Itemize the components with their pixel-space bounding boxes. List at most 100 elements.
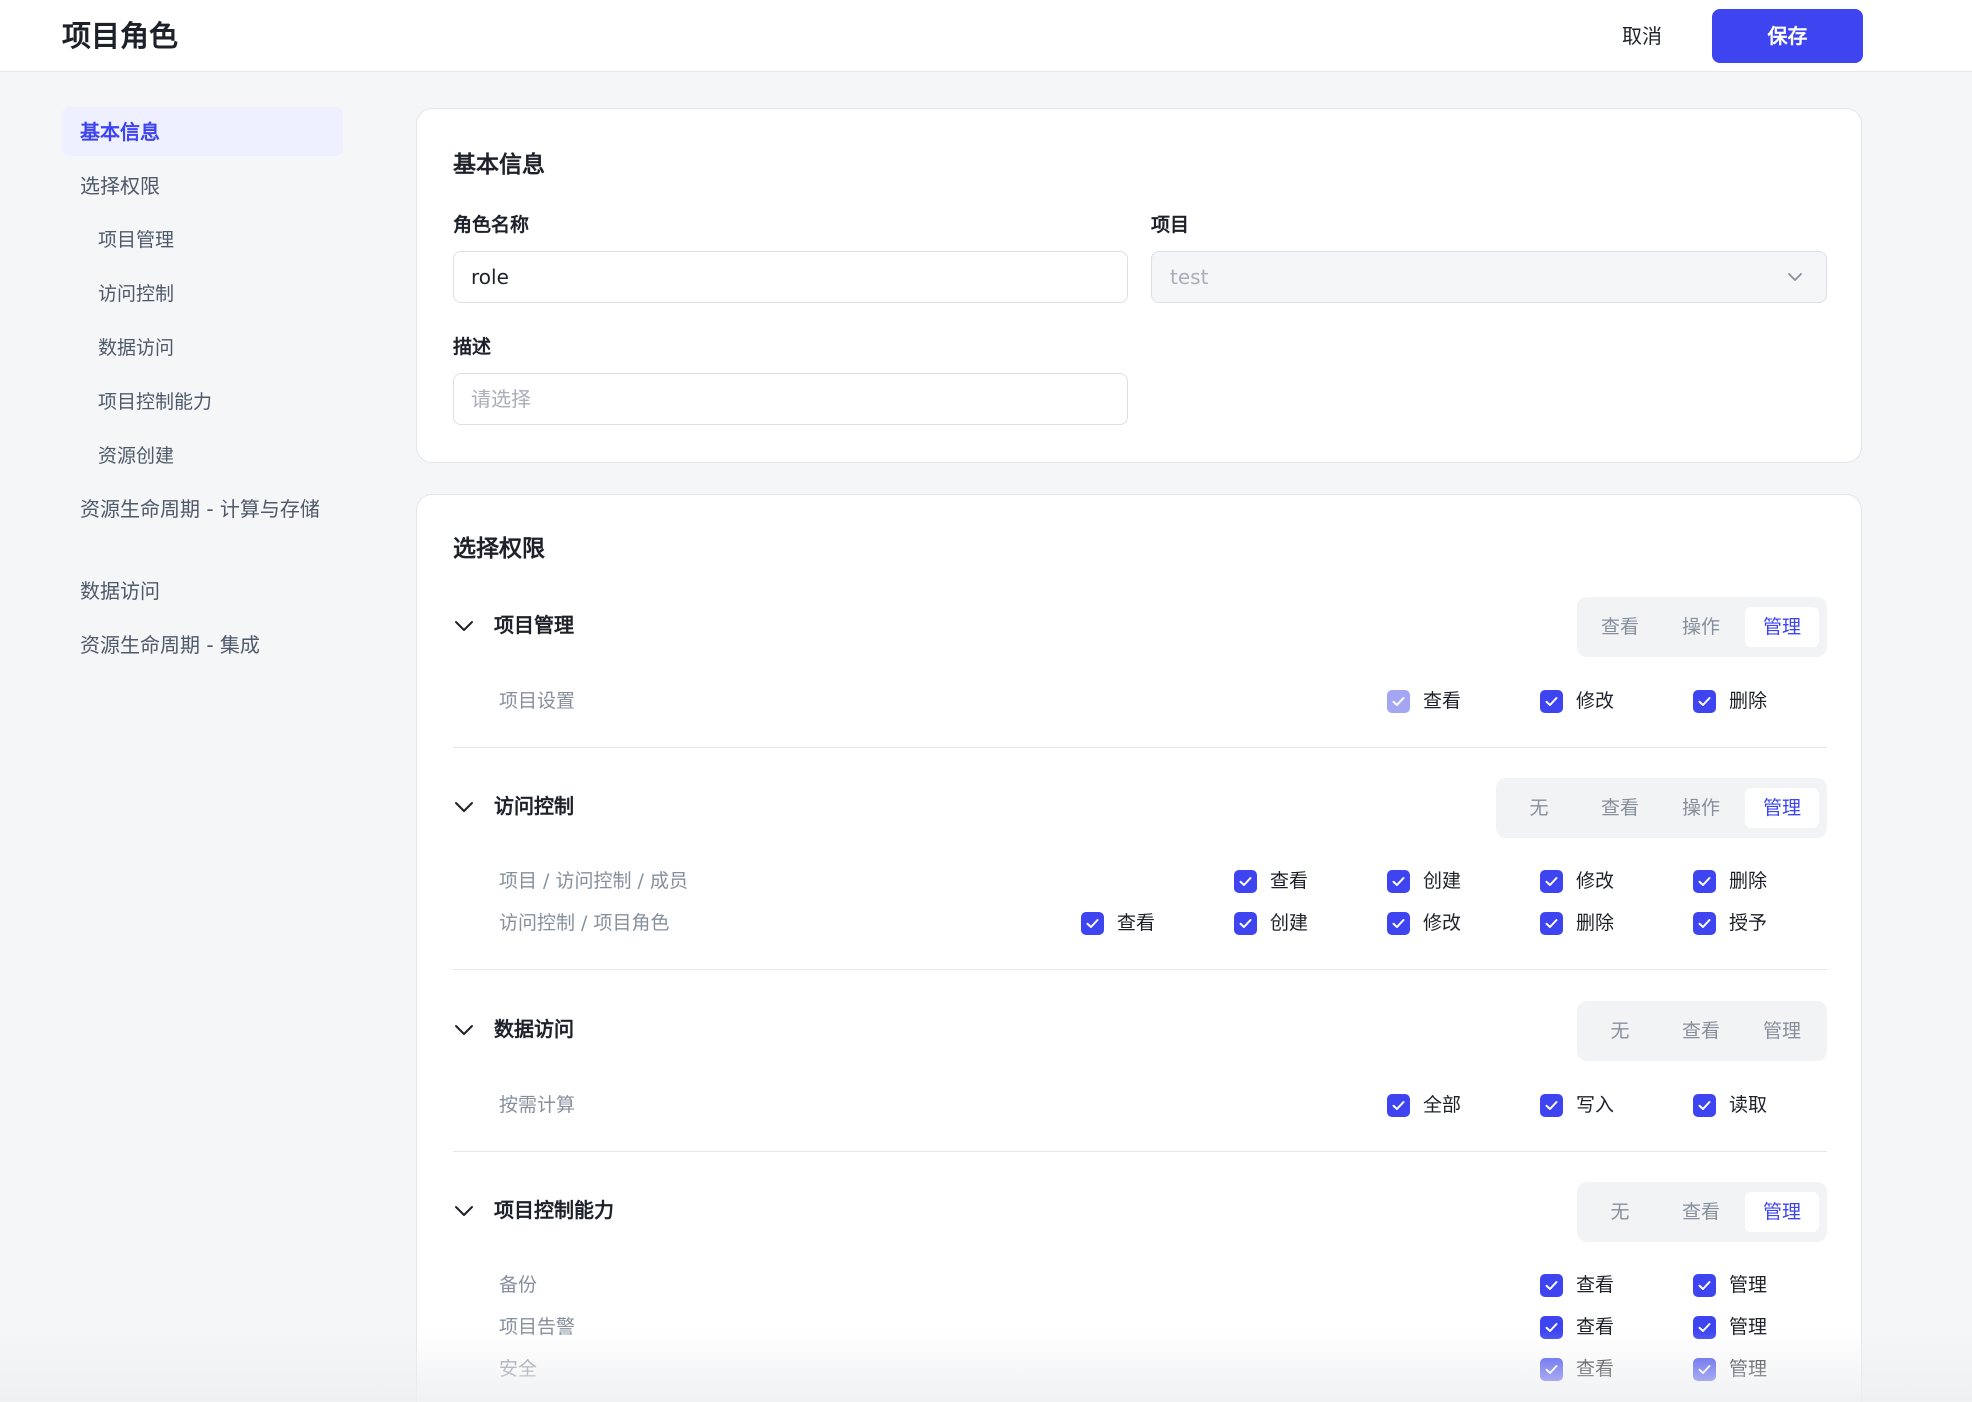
sidebar-item-lifecycle-compute[interactable]: 资源生命周期 - 计算与存储 <box>80 496 320 523</box>
level-segmented-control: 无 查看 管理 <box>1577 1001 1827 1061</box>
sidebar-item-project-control[interactable]: 项目控制能力 <box>98 388 212 416</box>
checkbox-read[interactable]: 读取 <box>1693 1091 1767 1119</box>
checkbox-label: 删除 <box>1729 690 1768 712</box>
level-segmented-control: 查看 操作 管理 <box>1577 597 1827 657</box>
level-option-manage[interactable]: 管理 <box>1745 1011 1819 1051</box>
checkbox-create[interactable]: 创建 <box>1234 909 1308 937</box>
checkbox-label: 查看 <box>1270 870 1309 892</box>
description-label: 描述 <box>453 336 492 358</box>
checkbox-box <box>1693 689 1716 713</box>
row-label-members: 项目 / 访问控制 / 成员 <box>499 870 688 892</box>
group-divider <box>453 1151 1827 1152</box>
group-title-project-management: 项目管理 <box>494 613 574 637</box>
checkbox-manage[interactable]: 管理 <box>1693 1355 1767 1383</box>
checkbox-label: 删除 <box>1729 870 1768 892</box>
level-segmented-control: 无 查看 操作 管理 <box>1496 778 1827 838</box>
check-icon <box>1545 696 1558 706</box>
checkbox-box <box>1387 869 1410 893</box>
level-option-manage[interactable]: 管理 <box>1745 607 1819 647</box>
chevron-down-icon[interactable] <box>453 1019 475 1041</box>
checkbox-box <box>1540 1093 1563 1117</box>
checkbox-label: 删除 <box>1576 912 1615 934</box>
check-icon <box>1698 876 1711 886</box>
checkbox-write[interactable]: 写入 <box>1540 1091 1614 1119</box>
checkbox-box <box>1540 689 1563 713</box>
checkbox-all[interactable]: 全部 <box>1387 1091 1461 1119</box>
checkbox-view[interactable]: 查看 <box>1540 1313 1614 1341</box>
sidebar-item-access-control[interactable]: 访问控制 <box>98 280 174 308</box>
check-icon <box>1392 696 1405 706</box>
group-divider <box>453 747 1827 748</box>
checkbox-edit[interactable]: 修改 <box>1540 687 1614 715</box>
level-option-none[interactable]: 无 <box>1502 788 1576 828</box>
chevron-down-icon[interactable] <box>453 615 475 637</box>
checkbox-box <box>1387 911 1410 935</box>
checkbox-view[interactable]: 查看 <box>1540 1355 1614 1383</box>
description-input[interactable] <box>453 373 1128 425</box>
cancel-button[interactable]: 取消 <box>1600 16 1684 56</box>
level-option-view[interactable]: 查看 <box>1583 607 1657 647</box>
checkbox-box <box>1540 1315 1563 1339</box>
basic-info-title: 基本信息 <box>453 152 545 178</box>
group-title-access-control: 访问控制 <box>494 794 574 818</box>
group-title-data-access: 数据访问 <box>494 1017 574 1041</box>
row-label-on-demand-compute: 按需计算 <box>499 1094 576 1116</box>
checkbox-delete[interactable]: 删除 <box>1693 867 1767 895</box>
level-option-operate[interactable]: 操作 <box>1664 607 1738 647</box>
checkbox-create[interactable]: 创建 <box>1387 867 1461 895</box>
sidebar-item-resource-create[interactable]: 资源创建 <box>98 442 174 470</box>
checkbox-box <box>1234 911 1257 935</box>
checkbox-label: 授予 <box>1729 912 1768 934</box>
sidebar-item-data-access[interactable]: 数据访问 <box>80 577 160 605</box>
checkbox-manage[interactable]: 管理 <box>1693 1313 1767 1341</box>
level-option-view[interactable]: 查看 <box>1664 1192 1738 1232</box>
level-option-none[interactable]: 无 <box>1583 1192 1657 1232</box>
check-icon <box>1698 1100 1711 1110</box>
checkbox-label: 管理 <box>1729 1316 1768 1338</box>
sidebar-item-project-management[interactable]: 项目管理 <box>98 226 174 254</box>
save-button[interactable]: 保存 <box>1712 9 1863 63</box>
checkbox-box <box>1693 1315 1716 1339</box>
checkbox-edit[interactable]: 修改 <box>1387 909 1461 937</box>
sidebar-item-basic-info[interactable]: 基本信息 <box>62 107 343 156</box>
checkbox-delete[interactable]: 删除 <box>1540 909 1614 937</box>
check-icon <box>1545 1322 1558 1332</box>
level-option-manage[interactable]: 管理 <box>1745 788 1819 828</box>
checkbox-view[interactable]: 查看 <box>1081 909 1155 937</box>
checkbox-label: 管理 <box>1729 1274 1768 1296</box>
checkbox-view[interactable]: 查看 <box>1387 687 1461 715</box>
checkbox-label: 写入 <box>1576 1094 1615 1116</box>
checkbox-label: 创建 <box>1423 870 1462 892</box>
checkbox-box <box>1387 689 1410 713</box>
checkbox-manage[interactable]: 管理 <box>1693 1271 1767 1299</box>
checkbox-view[interactable]: 查看 <box>1234 867 1308 895</box>
check-icon <box>1545 1364 1558 1374</box>
checkbox-label: 读取 <box>1729 1094 1768 1116</box>
level-option-operate[interactable]: 操作 <box>1664 788 1738 828</box>
chevron-down-icon[interactable] <box>453 1200 475 1222</box>
level-option-none[interactable]: 无 <box>1583 1011 1657 1051</box>
chevron-down-icon[interactable] <box>453 796 475 818</box>
sidebar-item-lifecycle-integration[interactable]: 资源生命周期 - 集成 <box>80 631 260 659</box>
project-select[interactable]: test <box>1151 251 1827 303</box>
sidebar-item-permissions[interactable]: 选择权限 <box>80 172 160 200</box>
checkbox-delete[interactable]: 删除 <box>1693 687 1767 715</box>
checkbox-label: 查看 <box>1576 1358 1615 1380</box>
group-title-project-control: 项目控制能力 <box>494 1198 614 1222</box>
checkbox-box <box>1387 1093 1410 1117</box>
level-option-manage[interactable]: 管理 <box>1745 1192 1819 1232</box>
check-icon <box>1698 1364 1711 1374</box>
checkbox-grant[interactable]: 授予 <box>1693 909 1767 937</box>
role-name-input[interactable] <box>453 251 1128 303</box>
checkbox-box <box>1540 1357 1563 1381</box>
row-label-backup: 备份 <box>499 1274 538 1296</box>
checkbox-label: 全部 <box>1423 1094 1462 1116</box>
header-bar: 项目角色 取消 保存 <box>0 0 1972 72</box>
checkbox-edit[interactable]: 修改 <box>1540 867 1614 895</box>
level-option-view[interactable]: 查看 <box>1583 788 1657 828</box>
sidebar-item-data-access-sub[interactable]: 数据访问 <box>98 334 174 362</box>
checkbox-view[interactable]: 查看 <box>1540 1271 1614 1299</box>
checkbox-label: 管理 <box>1729 1358 1768 1380</box>
check-icon <box>1239 876 1252 886</box>
level-option-view[interactable]: 查看 <box>1664 1011 1738 1051</box>
